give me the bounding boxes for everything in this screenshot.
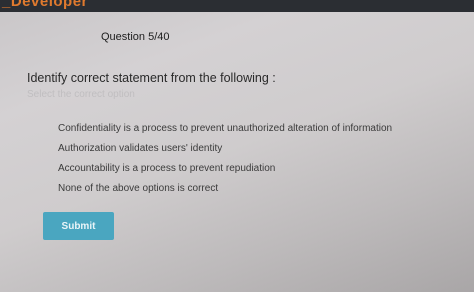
answer-option-3[interactable]: Accountability is a process to prevent r… — [58, 162, 392, 182]
answer-option-1[interactable]: Confidentiality is a process to prevent … — [58, 122, 392, 142]
question-text: Identify correct statement from the foll… — [27, 71, 276, 85]
question-counter: Question 5/40 — [101, 31, 170, 43]
app-title: _Developer — [2, 0, 88, 10]
answer-options: Confidentiality is a process to prevent … — [58, 122, 392, 202]
answer-option-4[interactable]: None of the above options is correct — [58, 182, 392, 202]
submit-button[interactable]: Submit — [43, 212, 114, 240]
instruction-text: Select the correct option — [27, 89, 135, 100]
answer-option-2[interactable]: Authorization validates users' identity — [58, 142, 392, 162]
top-bar: _Developer — [0, 0, 474, 12]
